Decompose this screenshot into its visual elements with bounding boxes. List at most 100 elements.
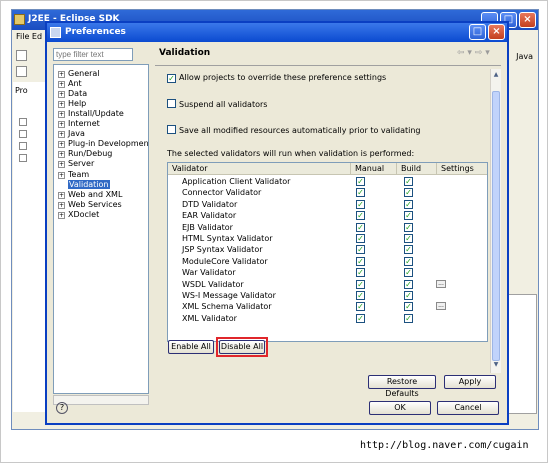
table-row[interactable]: JSP Syntax Validator ✓ ✓ bbox=[168, 244, 487, 255]
expand-icon[interactable]: + bbox=[58, 191, 65, 199]
table-row[interactable]: WS-I Message Validator ✓ ✓ bbox=[168, 290, 487, 301]
table-row[interactable]: HTML Syntax Validator ✓ ✓ bbox=[168, 233, 487, 244]
page-vertical-scrollbar[interactable]: ▲ ▼ bbox=[490, 69, 501, 373]
package-explorer-tab[interactable]: Pro bbox=[15, 86, 28, 95]
open-icon[interactable] bbox=[16, 66, 27, 77]
table-row[interactable]: EJB Validator ✓ ✓ bbox=[168, 222, 487, 233]
expand-icon[interactable]: + bbox=[58, 91, 65, 99]
back-icon[interactable]: ⇦ ▾ bbox=[457, 48, 472, 58]
tree-item-install-update[interactable]: + Install/Update bbox=[58, 109, 124, 119]
tree-expand-icon[interactable] bbox=[19, 142, 27, 150]
expand-icon[interactable]: + bbox=[58, 101, 65, 109]
tree-horizontal-scrollbar[interactable] bbox=[53, 395, 149, 405]
build-checkbox[interactable]: ✓ bbox=[404, 245, 413, 255]
expand-icon[interactable]: + bbox=[58, 161, 65, 169]
scroll-up-icon[interactable]: ▲ bbox=[492, 71, 500, 81]
table-row[interactable]: ModuleCore Validator ✓ ✓ bbox=[168, 256, 487, 267]
manual-checkbox[interactable]: ✓ bbox=[356, 256, 365, 266]
tree-item-help[interactable]: + Help bbox=[58, 99, 86, 109]
cancel-button[interactable]: Cancel bbox=[437, 401, 499, 415]
build-checkbox[interactable]: ✓ bbox=[404, 279, 413, 289]
build-checkbox[interactable]: ✓ bbox=[404, 268, 413, 278]
expand-icon[interactable]: + bbox=[58, 171, 65, 179]
column-header-manual[interactable]: Manual bbox=[351, 163, 397, 175]
save-all-checkbox[interactable] bbox=[167, 125, 176, 134]
expand-icon[interactable]: + bbox=[58, 111, 65, 119]
manual-checkbox[interactable]: ✓ bbox=[356, 222, 365, 232]
tree-item-web-and-xml[interactable]: + Web and XML bbox=[58, 190, 122, 200]
table-row[interactable]: WSDL Validator ✓ ✓... bbox=[168, 279, 487, 290]
build-checkbox[interactable]: ✓ bbox=[404, 177, 413, 186]
tree-item-xdoclet[interactable]: + XDoclet bbox=[58, 210, 99, 220]
manual-checkbox[interactable]: ✓ bbox=[356, 279, 365, 289]
build-checkbox[interactable]: ✓ bbox=[404, 211, 413, 221]
expand-icon[interactable]: + bbox=[58, 201, 65, 209]
build-checkbox[interactable]: ✓ bbox=[404, 222, 413, 232]
table-row[interactable]: XML Schema Validator ✓ ✓... bbox=[168, 301, 487, 312]
expand-icon[interactable]: + bbox=[58, 81, 65, 89]
tree-item-plug-in-development[interactable]: + Plug-in Development bbox=[58, 139, 148, 149]
tree-expand-icon[interactable] bbox=[19, 130, 27, 138]
column-header-build[interactable]: Build bbox=[397, 163, 437, 175]
forward-icon[interactable]: ⇨ ▾ bbox=[475, 48, 490, 58]
column-header-settings[interactable]: Settings bbox=[437, 163, 487, 175]
tree-item-ant[interactable]: + Ant bbox=[58, 79, 82, 89]
manual-checkbox[interactable]: ✓ bbox=[356, 188, 365, 198]
build-checkbox[interactable]: ✓ bbox=[404, 302, 413, 312]
tree-expand-icon[interactable] bbox=[19, 154, 27, 162]
apply-button[interactable]: Apply bbox=[444, 375, 496, 389]
manual-checkbox[interactable]: ✓ bbox=[356, 211, 365, 221]
build-checkbox[interactable]: ✓ bbox=[404, 188, 413, 198]
tree-item-web-services[interactable]: + Web Services bbox=[58, 200, 122, 210]
build-checkbox[interactable]: ✓ bbox=[404, 291, 413, 300]
disable-all-button[interactable]: Disable All bbox=[219, 340, 265, 354]
new-icon[interactable] bbox=[16, 50, 27, 61]
build-checkbox[interactable]: ✓ bbox=[404, 313, 413, 323]
table-row[interactable]: War Validator ✓ ✓ bbox=[168, 267, 487, 278]
ok-button[interactable]: OK bbox=[369, 401, 431, 415]
tree-item-general[interactable]: + General bbox=[58, 69, 100, 79]
expand-icon[interactable]: + bbox=[58, 141, 65, 149]
manual-checkbox[interactable]: ✓ bbox=[356, 245, 365, 255]
expand-icon[interactable]: + bbox=[58, 121, 65, 129]
eclipse-menu[interactable]: File Ed bbox=[16, 32, 42, 41]
tree-item-run-debug[interactable]: + Run/Debug bbox=[58, 149, 112, 159]
tree-item-validation[interactable]: Validation bbox=[58, 179, 110, 190]
close-icon[interactable]: × bbox=[519, 12, 536, 28]
table-row[interactable]: Application Client Validator ✓ ✓ bbox=[168, 176, 487, 187]
restore-defaults-button[interactable]: Restore Defaults bbox=[368, 375, 436, 398]
allow-override-option[interactable]: ✓ Allow projects to override these prefer… bbox=[167, 73, 386, 83]
table-row[interactable]: DTD Validator ✓ ✓ bbox=[168, 199, 487, 210]
allow-override-checkbox[interactable]: ✓ bbox=[167, 74, 176, 83]
manual-checkbox[interactable]: ✓ bbox=[356, 313, 365, 323]
build-checkbox[interactable]: ✓ bbox=[404, 256, 413, 266]
tree-item-java[interactable]: + Java bbox=[58, 129, 85, 139]
tree-item-server[interactable]: + Server bbox=[58, 159, 94, 169]
manual-checkbox[interactable]: ✓ bbox=[356, 234, 365, 243]
save-all-option[interactable]: Save all modified resources automaticall… bbox=[167, 125, 421, 135]
expand-icon[interactable]: + bbox=[58, 151, 65, 159]
suspend-all-checkbox[interactable] bbox=[167, 99, 176, 108]
filter-input[interactable] bbox=[53, 48, 133, 61]
build-checkbox[interactable]: ✓ bbox=[404, 199, 413, 209]
table-row[interactable]: Connector Validator ✓ ✓ bbox=[168, 187, 487, 198]
enable-all-button[interactable]: Enable All bbox=[168, 340, 214, 354]
manual-checkbox[interactable]: ✓ bbox=[356, 177, 365, 186]
manual-checkbox[interactable]: ✓ bbox=[356, 291, 365, 300]
tree-item-data[interactable]: + Data bbox=[58, 89, 87, 99]
java-perspective[interactable]: Java bbox=[516, 52, 533, 61]
column-header-validator[interactable]: Validator bbox=[168, 163, 351, 175]
expand-icon[interactable]: + bbox=[58, 71, 65, 78]
expand-icon[interactable]: + bbox=[58, 131, 65, 139]
tree-expand-icon[interactable] bbox=[19, 118, 27, 126]
table-row[interactable]: XML Validator ✓ ✓ bbox=[168, 313, 487, 324]
build-checkbox[interactable]: ✓ bbox=[404, 234, 413, 243]
table-row[interactable]: EAR Validator ✓ ✓ bbox=[168, 210, 487, 221]
dialog-close-icon[interactable]: × bbox=[488, 24, 505, 40]
settings-button[interactable]: ... bbox=[436, 279, 446, 288]
suspend-all-option[interactable]: Suspend all validators bbox=[167, 99, 267, 109]
manual-checkbox[interactable]: ✓ bbox=[356, 199, 365, 209]
scroll-thumb[interactable] bbox=[492, 91, 500, 361]
expand-icon[interactable]: + bbox=[58, 211, 65, 219]
dialog-maximize-icon[interactable]: □ bbox=[469, 24, 486, 40]
